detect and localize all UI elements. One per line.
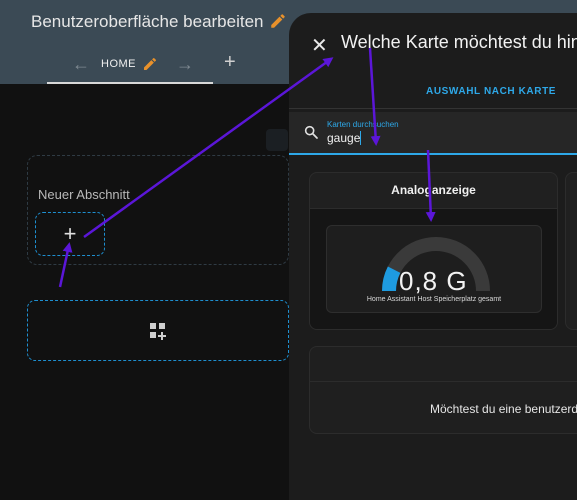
gauge-entity-name: Home Assistant Host Speicherplatz gesamt: [366, 296, 502, 303]
card-preview: 0,8 G Home Assistant Host Speicherplatz …: [310, 209, 557, 329]
section-label: Neuer Abschnitt: [38, 187, 130, 202]
editor-title: Benutzeroberfläche bearbeiten: [31, 12, 264, 31]
add-section-button[interactable]: [27, 300, 289, 361]
pencil-icon[interactable]: [269, 12, 287, 30]
tab-home[interactable]: HOME: [101, 58, 136, 70]
tab-by-card[interactable]: AUSWAHL NACH KARTE: [426, 86, 556, 97]
card-option-title: Analoganzeige: [391, 183, 476, 197]
text-caret: [360, 131, 361, 145]
gauge-preview: 0,8 G Home Assistant Host Speicherplatz …: [326, 225, 542, 313]
next-card-option[interactable]: [565, 172, 577, 330]
add-card-dialog: ✕ Welche Karte möchtest du hinzufügen? A…: [289, 13, 577, 500]
drag-handle-icon[interactable]: [266, 129, 288, 151]
search-input[interactable]: gauge: [327, 131, 360, 145]
gauge-fill: [382, 266, 401, 292]
arrow-left-icon[interactable]: ←: [72, 54, 90, 75]
search-label: Karten durchsuchen: [327, 120, 399, 129]
custom-card-text: Möchtest du eine benutzerdefinierte Kart…: [430, 402, 577, 416]
active-tab-indicator: [47, 82, 213, 84]
arrow-right-icon[interactable]: →: [176, 54, 194, 75]
gauge-card-option[interactable]: Analoganzeige 0,8 G Home Assistant Host …: [309, 172, 558, 330]
add-section-icon: [150, 322, 166, 340]
dialog-title: Welche Karte möchtest du hinzufügen?: [341, 32, 577, 52]
add-view-button[interactable]: +: [224, 51, 236, 74]
pencil-icon[interactable]: [142, 56, 158, 72]
tab-divider: [289, 108, 577, 109]
gauge-value: 0,8 G: [399, 266, 468, 296]
card-divider: [310, 381, 577, 382]
card-search-field[interactable]: Karten durchsuchen gauge: [289, 112, 577, 155]
custom-card-option[interactable]: Möchtest du eine benutzerdefinierte Kart…: [309, 346, 577, 434]
add-card-button[interactable]: +: [35, 212, 105, 256]
search-icon: [304, 125, 318, 139]
close-icon[interactable]: ✕: [311, 33, 328, 58]
